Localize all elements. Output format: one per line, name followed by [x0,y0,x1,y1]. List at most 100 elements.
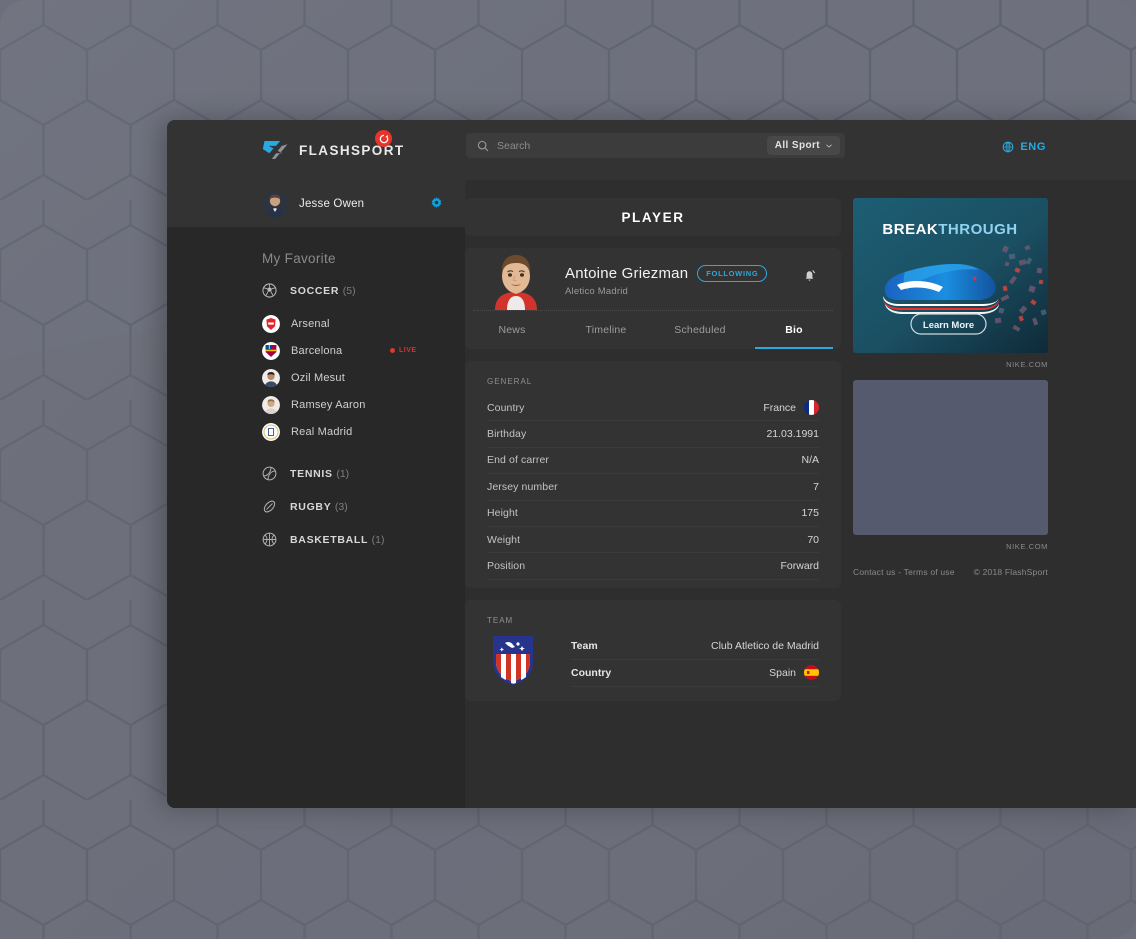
row-key: Country [571,666,612,679]
globe-icon [1003,141,1014,153]
general-card: GENERAL Country France Birthday 21.03.19… [465,361,841,588]
tab-news[interactable]: News [465,311,559,349]
table-row: Height 175 [487,501,819,527]
sport-filter-select[interactable]: All Sport [766,136,840,155]
list-item-label: Real Madrid [291,425,353,438]
player-name: Antoine Griezman [565,265,689,282]
tennis-ball-icon [262,466,277,481]
top-bar: FLASHSPORT All Sport [167,120,1136,180]
row-value: Forward [780,560,819,573]
barcelona-crest-icon [262,341,280,360]
list-item-label: Barcelona [291,344,343,357]
player-avatar-icon [262,368,280,387]
footer: Contact us - Terms of use © 2018 FlashSp… [853,567,1048,577]
row-key: Position [487,560,526,573]
tab-timeline[interactable]: Timeline [559,311,653,349]
player-tabs: News Timeline Scheduled Bio [465,311,841,349]
row-value: 175 [801,507,819,520]
row-value: 70 [807,533,819,546]
live-dot-icon [390,348,395,353]
table-row: Jersey number 7 [487,474,819,501]
table-row: Country Spain [571,660,819,687]
svg-text:BREAKTHROUGH: BREAKTHROUGH [882,221,1017,238]
main-panel: PLAYER Antoine Griezman FOLLOWING Aletic… [465,180,1136,808]
section-label-general: GENERAL [487,377,533,386]
basketball-icon [262,532,277,547]
player-avatar-icon [262,395,280,414]
sidebar: Jesse Owen My Favorite SOCCER (5) Arsena… [167,180,465,808]
status-badge: LIVE [390,347,417,354]
avatar [262,190,288,217]
list-item-label: Arsenal [291,317,330,330]
tab-scheduled[interactable]: Scheduled [653,311,747,349]
search-bar[interactable]: All Sport [466,133,845,158]
team-card: TEAM Team Club Atletico de Madrid Countr… [465,599,841,701]
row-value: 21.03.1991 [766,428,819,441]
table-row: Country France [487,395,819,422]
rugby-ball-icon [263,500,276,513]
following-badge[interactable]: FOLLOWING [697,265,768,282]
gear-icon[interactable] [430,197,443,210]
brand[interactable]: FLASHSPORT [262,130,405,161]
bell-muted-icon[interactable] [802,268,817,283]
profile-row[interactable]: Jesse Owen [167,180,465,227]
row-value: 7 [813,480,819,493]
table-row: Team Club Atletico de Madrid [571,634,819,661]
table-row: End of carrer N/A [487,448,819,475]
player-card: Antoine Griezman FOLLOWING Aletico Madri… [465,248,841,349]
arsenal-crest-icon [262,314,280,333]
list-item[interactable]: Arsenal [262,310,465,337]
player-club: Aletico Madrid [565,286,628,297]
ad-banner-primary[interactable]: BREAKTHROUGH Learn More [853,198,1048,353]
refresh-icon[interactable] [375,130,392,147]
list-item[interactable]: Ozil Mesut [262,364,465,391]
list-item[interactable]: Barcelona LIVE [262,337,465,364]
flag-spain-icon [804,665,819,681]
team-table: Team Club Atletico de Madrid Country Spa… [571,634,819,687]
sidebar-item-label: RUGBY (3) [290,500,348,513]
list-item[interactable]: Ramsey Aaron [262,391,465,418]
player-meta: Antoine Griezman FOLLOWING Aletico Madri… [565,248,768,310]
row-key: Country [487,401,525,414]
sidebar-item-label: TENNIS (1) [290,467,350,480]
row-key: Height [487,507,518,520]
sidebar-item-rugby[interactable]: RUGBY (3) [262,493,465,520]
list-item-label: Ozil Mesut [291,371,345,384]
row-key: Team [571,640,598,653]
profile-name: Jesse Owen [299,197,365,210]
page-title-card: PLAYER [465,198,841,236]
content-area: Jesse Owen My Favorite SOCCER (5) Arsena… [167,180,1136,808]
sidebar-item-label: SOCCER (5) [290,284,356,297]
chevron-down-icon [826,143,832,148]
row-value: Spain [769,665,819,681]
section-label-team: TEAM [487,615,514,625]
sidebar-item-tennis[interactable]: TENNIS (1) [262,460,465,487]
footer-links[interactable]: Contact us - Terms of use [853,567,955,577]
tab-bio[interactable]: Bio [747,311,841,349]
table-row: Birthday 21.03.1991 [487,421,819,448]
list-item[interactable]: Real Madrid [262,418,465,445]
ad-caption-primary: NIKE.COM [1006,360,1048,369]
flag-france-icon [804,400,819,416]
row-key: Jersey number [487,480,558,493]
page-title: PLAYER [621,209,685,225]
row-key: Birthday [487,428,527,441]
atletico-madrid-crest-icon [491,634,535,686]
live-label: LIVE [399,347,417,354]
player-headshot-icon [487,248,545,310]
sport-filter-label: All Sport [774,140,820,151]
language-switcher[interactable]: ENG [1002,141,1046,153]
row-key: End of carrer [487,454,549,467]
sidebar-item-label: BASKETBALL (1) [290,533,385,546]
table-row: Weight 70 [487,527,819,554]
soccer-ball-icon [262,283,277,298]
table-row: Position Forward [487,553,819,580]
right-column: BREAKTHROUGH Learn More NIKE.COM NIKE.CO… [853,198,1048,808]
search-input[interactable] [497,139,767,152]
ad-banner-secondary[interactable] [853,380,1048,535]
list-item-label: Ramsey Aaron [291,398,366,411]
row-value: Club Atletico de Madrid [711,640,819,653]
svg-text:Learn More: Learn More [923,320,974,331]
sidebar-item-basketball[interactable]: BASKETBALL (1) [262,526,465,553]
sidebar-item-soccer[interactable]: SOCCER (5) [262,277,465,304]
